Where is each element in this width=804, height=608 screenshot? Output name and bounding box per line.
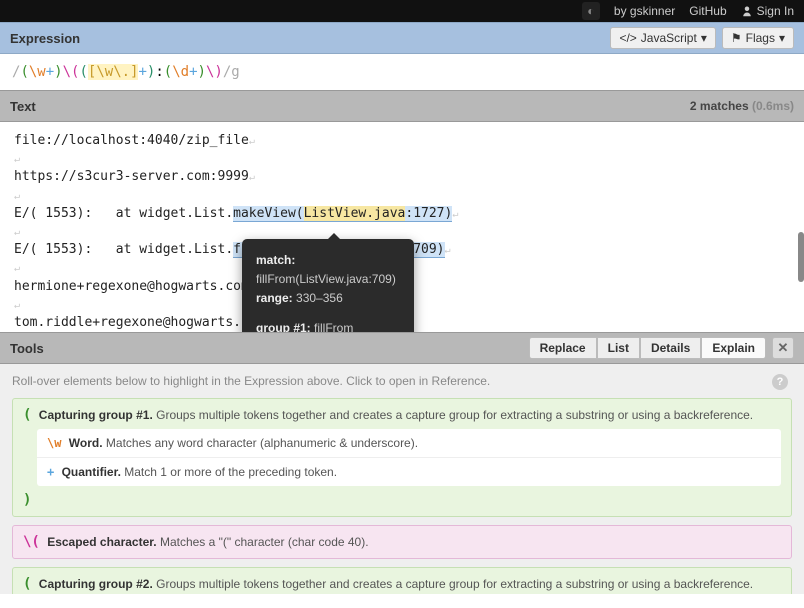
tools-close-button[interactable]: ✕ <box>772 337 794 359</box>
explain-group1[interactable]: ( Capturing group #1. Groups multiple to… <box>12 398 792 517</box>
text-line: https://s3cur3-server.com:9999↵ <box>14 168 790 186</box>
help-icon[interactable]: ? <box>772 374 788 390</box>
tab-replace[interactable]: Replace <box>529 337 597 359</box>
expression-input[interactable]: /(\w+)\(([\w\.]+):(\d+)\)/g <box>0 54 804 90</box>
explain-quantifier[interactable]: + Quantifier. Match 1 or more of the pre… <box>37 458 781 486</box>
tools-tabs: Replace List Details Explain ✕ <box>529 337 794 359</box>
explain-word[interactable]: \w Word. Matches any word character (alp… <box>37 429 781 458</box>
tab-explain[interactable]: Explain <box>701 337 766 359</box>
top-nav: ◐ by gskinner GitHub Sign In <box>0 0 804 22</box>
author-link[interactable]: gskinner <box>630 4 675 18</box>
flags-button[interactable]: ⚑ Flags ▾ <box>722 27 794 49</box>
tab-details[interactable]: Details <box>640 337 701 359</box>
tools-header: Tools Replace List Details Explain ✕ <box>0 332 804 364</box>
user-icon <box>741 5 753 17</box>
text-line: E/( 1553): at widget.List.makeView(ListV… <box>14 205 790 223</box>
text-header: Text 2 matches (0.6ms) <box>0 90 804 122</box>
text-input[interactable]: file://localhost:4040/zip_file↵ ↵ https:… <box>0 122 804 332</box>
text-label: Text <box>10 99 36 114</box>
tools-label: Tools <box>10 341 44 356</box>
text-line: file://localhost:4040/zip_file↵ <box>14 132 790 150</box>
github-link[interactable]: GitHub <box>689 4 726 18</box>
match-tooltip: match: fillFrom(ListView.java:709) range… <box>242 239 414 332</box>
tab-list[interactable]: List <box>597 337 640 359</box>
theme-toggle[interactable]: ◐ <box>582 2 600 20</box>
tools-panel: ? Roll-over elements below to highlight … <box>0 364 804 594</box>
match-count: 2 matches (0.6ms) <box>690 99 794 113</box>
byline: by gskinner <box>614 4 675 18</box>
flavor-button[interactable]: </> JavaScript ▾ <box>610 27 715 49</box>
signin-link[interactable]: Sign In <box>741 4 794 18</box>
scrollbar-thumb[interactable] <box>798 232 804 282</box>
close-icon: ✕ <box>778 340 789 356</box>
expression-header: Expression </> JavaScript ▾ ⚑ Flags ▾ <box>0 22 804 54</box>
explain-escaped[interactable]: \( Escaped character. Matches a "(" char… <box>12 525 792 559</box>
tools-hint: Roll-over elements below to highlight in… <box>12 374 792 388</box>
expression-label: Expression <box>10 31 80 46</box>
explain-group2[interactable]: ( Capturing group #2. Groups multiple to… <box>12 567 792 594</box>
